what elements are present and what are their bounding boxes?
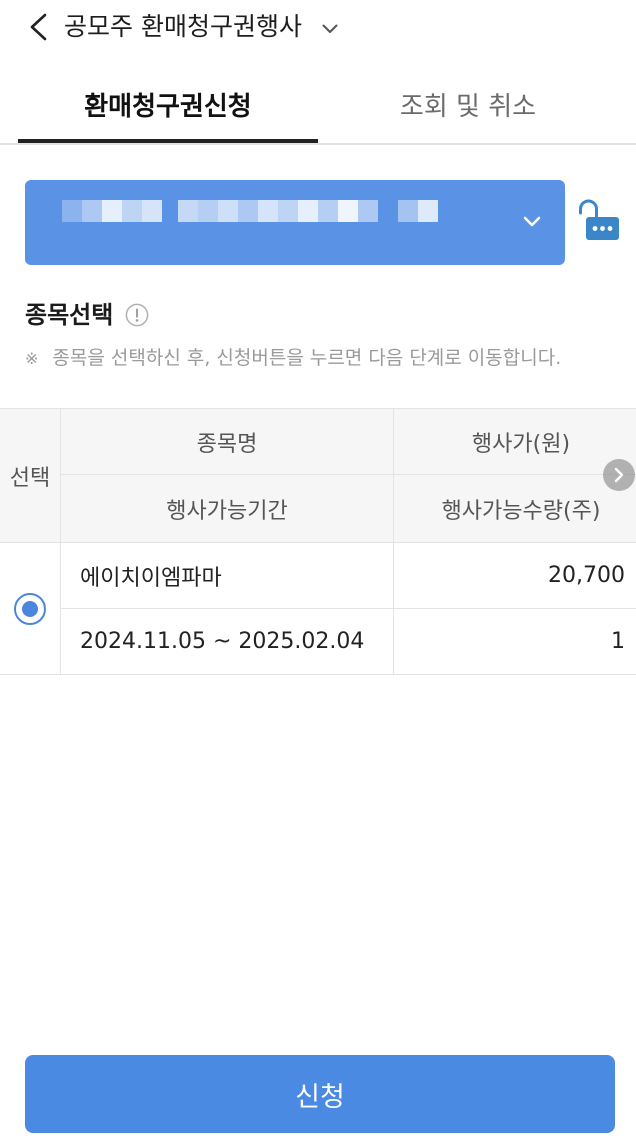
mask-block [82,200,102,222]
mask-block [102,200,122,222]
mask-block [178,200,198,222]
radio-selected-dot [22,600,38,617]
active-tab-indicator [18,139,318,143]
mask-block [218,200,238,222]
submit-button[interactable]: 신청 [25,1055,615,1133]
table-scroll-right-button[interactable] [603,459,635,491]
header-exercise-price: 행사가(원) [471,431,571,457]
mask-block [198,200,218,222]
header-stock-name: 종목명 [196,431,258,457]
row-exercise-price[interactable]: 20,700 [394,543,636,608]
masked-account-number [62,200,162,222]
mask-block [318,200,338,222]
header-select: 선택 [9,465,51,491]
mask-block [338,200,358,222]
lock-shackle [579,199,598,220]
tab-inquiry-cancel[interactable]: 조회 및 취소 [318,78,618,136]
notice-mark: ※ [25,349,39,368]
row-exercise-quantity[interactable]: 1 [394,609,636,674]
submit-button-label: 신청 [295,1081,345,1113]
row-select-cell [0,543,60,674]
mask-block [238,200,258,222]
masked-account-number [398,200,438,222]
lock-dot [607,226,613,231]
guide-notice: ※ 종목을 선택하신 후, 신청버튼을 누르면 다음 단계로 이동합니다. [25,345,561,371]
stock-select-header: 종목선택 [25,300,149,330]
mask-block [122,200,142,222]
section-title: 종목선택 [25,301,114,329]
tab-divider [0,143,636,145]
masked-account-number [178,200,378,222]
tab-redemption-request[interactable]: 환매청구권신청 [18,78,318,136]
chevron-down-icon [523,216,541,227]
mask-block [258,200,278,222]
table-border [0,674,636,675]
row-exercise-period[interactable]: 2024.11.05 ~ 2025.02.04 [61,609,393,674]
chevron-right-icon [614,467,624,483]
account-select[interactable] [25,180,565,265]
lock-dot [600,226,605,231]
tab-bar: 환매청구권신청 조회 및 취소 [18,78,618,136]
screen-title: 공모주 환매청구권행사 [64,12,302,41]
info-icon[interactable] [125,303,149,327]
chevron-left-icon [30,13,47,41]
account-unlock-button[interactable] [577,198,621,242]
row-select-radio[interactable] [14,592,46,625]
mask-block [398,200,418,222]
mask-block [358,200,378,222]
notice-text: 종목을 선택하신 후, 신청버튼을 누르면 다음 단계로 이동합니다. [52,347,562,369]
header-exercise-period: 행사가능기간 [166,498,288,524]
chevron-down-icon [322,24,338,33]
mask-block [418,200,438,222]
unlock-icon [579,199,619,240]
mask-block [142,200,162,222]
row-stock-name[interactable]: 에이치이엠파마 [61,543,393,608]
mask-block [62,200,82,222]
header-exercise-quantity: 행사가능수량(주) [441,498,601,524]
screen-title-dropdown[interactable]: 공모주 환매청구권행사 [64,10,338,44]
stock-table: 선택 종목명 행사가(원) 행사가능기간 행사가능수량(주) 에이치이엠파마 2… [0,408,636,675]
back-button[interactable] [22,8,54,46]
lock-dot [592,226,598,231]
mask-block [278,200,298,222]
mask-block [298,200,318,222]
